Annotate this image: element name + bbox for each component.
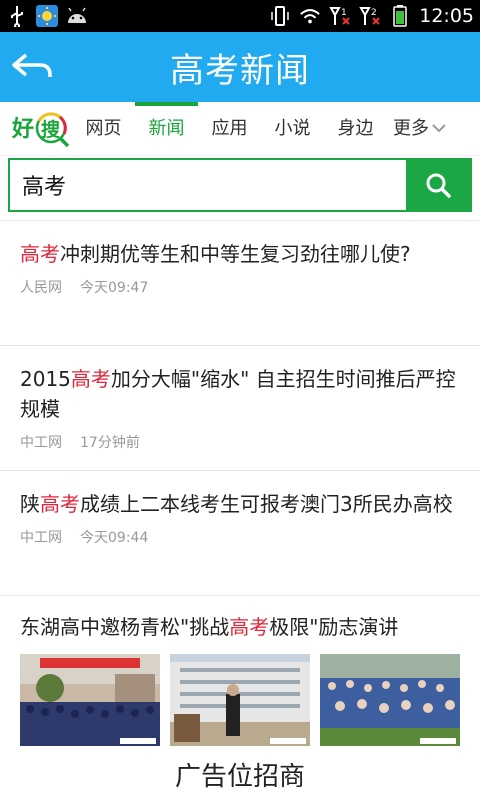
- ad-item[interactable]: 东湖高中邀杨青松"挑战高考极限"励志演讲 广告位招商: [0, 596, 480, 793]
- search-input[interactable]: [10, 160, 406, 210]
- news-item[interactable]: 2015高考加分大幅"缩水" 自主招生时间推后严控规模 中工网 17分钟前: [0, 346, 480, 471]
- back-arrow-icon[interactable]: [10, 47, 54, 87]
- tab-more[interactable]: 更多: [387, 102, 453, 156]
- tab-apps[interactable]: 应用: [198, 102, 261, 156]
- news-headline: 高考冲刺期优等生和中等生复习劲往哪儿使?: [20, 242, 411, 266]
- tab-news[interactable]: 新闻: [135, 101, 198, 156]
- ad-placement-label: 广告位招商: [174, 762, 305, 792]
- ad-photo: [20, 654, 160, 746]
- svg-text:2: 2: [371, 8, 377, 18]
- weather-icon: [36, 5, 58, 27]
- keyword-highlight: 高考: [229, 615, 270, 639]
- android-icon: [66, 5, 88, 27]
- ad-headline: 东湖高中邀杨青松"挑战高考极限"励志演讲: [20, 615, 399, 639]
- search-bar: [0, 156, 480, 212]
- page-title: 高考新闻: [170, 50, 310, 91]
- ad-photo: [320, 654, 460, 746]
- news-time: 17分钟前: [80, 435, 140, 451]
- news-time: 今天09:47: [80, 280, 149, 296]
- battery-icon: [389, 5, 411, 27]
- search-category-tabs: 好 搜 网页 新闻 应用 小说 身边 更多: [0, 101, 480, 156]
- chevron-down-icon: [431, 102, 447, 156]
- svg-text:1: 1: [341, 8, 347, 18]
- usb-icon: [6, 5, 28, 27]
- search-icon: [426, 173, 451, 198]
- news-time: 今天09:44: [80, 530, 149, 546]
- logo-text-char-1: 好: [12, 116, 34, 142]
- signal-1-icon: 1: [329, 5, 351, 27]
- news-source: 中工网: [20, 435, 62, 451]
- keyword-highlight: 高考: [70, 367, 111, 391]
- ad-photo: [170, 654, 310, 746]
- news-list: 高考冲刺期优等生和中等生复习劲往哪儿使? 人民网 今天09:47 2015高考加…: [0, 220, 480, 793]
- keyword-highlight: 高考: [40, 492, 80, 516]
- tab-more-label: 更多: [393, 117, 429, 139]
- news-source: 人民网: [20, 280, 62, 296]
- tab-web[interactable]: 网页: [72, 102, 135, 156]
- signal-2-icon: 2: [359, 5, 381, 27]
- news-item[interactable]: 高考冲刺期优等生和中等生复习劲往哪儿使? 人民网 今天09:47: [0, 221, 480, 346]
- news-headline: 2015高考加分大幅"缩水" 自主招生时间推后严控规模: [20, 367, 456, 421]
- news-source: 中工网: [20, 530, 62, 546]
- wifi-icon: [299, 5, 321, 27]
- svg-text:搜: 搜: [41, 118, 61, 141]
- status-bar: 1 2 12:05: [0, 0, 480, 32]
- news-headline: 陕高考成绩上二本线考生可报考澳门3所民办高校: [20, 492, 453, 516]
- tab-novels[interactable]: 小说: [261, 102, 324, 156]
- status-time: 12:05: [419, 5, 474, 27]
- tab-nearby[interactable]: 身边: [324, 102, 387, 156]
- news-item[interactable]: 陕高考成绩上二本线考生可报考澳门3所民办高校 中工网 今天09:44: [0, 471, 480, 596]
- search-button[interactable]: [406, 160, 470, 210]
- haosou-logo: 好 搜: [0, 102, 72, 156]
- keyword-highlight: 高考: [20, 242, 60, 266]
- vibrate-icon: [269, 5, 291, 27]
- title-bar: 高考新闻: [0, 32, 480, 102]
